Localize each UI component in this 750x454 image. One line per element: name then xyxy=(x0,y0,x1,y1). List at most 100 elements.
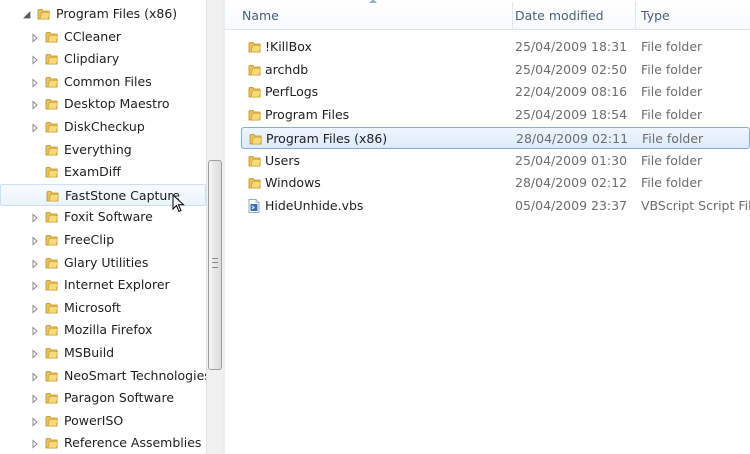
file-type: File folder xyxy=(642,130,704,146)
expand-arrow-icon[interactable] xyxy=(30,77,40,88)
file-row[interactable]: Users 25/04/2009 01:30 File folder xyxy=(241,150,750,172)
folder-icon xyxy=(248,176,261,189)
tree-item[interactable]: CCleaner xyxy=(0,26,206,48)
file-date-modified: 25/04/2009 01:30 xyxy=(515,152,628,168)
expand-arrow-icon[interactable] xyxy=(30,54,40,65)
file-row[interactable]: PerfLogs 22/04/2009 08:16 File folder xyxy=(241,81,750,103)
tree-item-label: DiskCheckup xyxy=(64,119,145,134)
folder-icon xyxy=(45,210,58,223)
folder-icon xyxy=(45,165,58,178)
tree-item[interactable]: Program Files (x86) xyxy=(0,3,206,25)
tree-item[interactable]: Glary Utilities xyxy=(0,252,206,274)
tree-item-label: Internet Explorer xyxy=(64,277,170,293)
file-row[interactable]: Windows 28/04/2009 02:12 File folder xyxy=(241,172,750,194)
folder-icon xyxy=(248,154,261,167)
tree-item-label: Program Files (x86) xyxy=(56,6,178,21)
expand-arrow-icon[interactable] xyxy=(30,122,40,133)
file-name: HideUnhide.vbs xyxy=(265,197,364,213)
tree-item[interactable]: PowerISO xyxy=(0,410,206,432)
file-row[interactable]: Program Files 25/04/2009 18:54 File folder xyxy=(241,104,750,126)
tree-item[interactable]: Reference Assemblies xyxy=(0,432,206,454)
file-type: File folder xyxy=(641,152,703,168)
tree-item-label: Reference Assemblies xyxy=(64,435,202,451)
tree-item[interactable]: Microsoft xyxy=(0,297,206,319)
expand-arrow-icon[interactable] xyxy=(30,416,40,427)
expand-arrow-icon[interactable] xyxy=(30,99,40,110)
file-name: Program Files xyxy=(265,107,350,123)
tree-item[interactable]: Desktop Maestro xyxy=(0,93,206,115)
expand-arrow-icon[interactable] xyxy=(30,303,40,314)
column-header-date-modified[interactable]: Date modified xyxy=(509,0,635,30)
expand-arrow-icon[interactable] xyxy=(30,258,40,269)
folder-icon xyxy=(45,233,58,246)
expand-arrow-icon[interactable] xyxy=(30,393,40,404)
tree-item[interactable]: Everything xyxy=(0,139,206,161)
script-file-icon xyxy=(248,198,260,213)
tree-item-label: Common Files xyxy=(64,73,152,89)
file-name: archdb xyxy=(265,61,309,77)
file-name: Users xyxy=(265,152,301,168)
file-name: Program Files (x86) xyxy=(266,130,388,146)
file-type: VBScript Script File xyxy=(641,197,750,213)
expand-arrow-icon[interactable] xyxy=(30,348,40,359)
expand-arrow-icon[interactable] xyxy=(30,32,40,43)
column-header-name[interactable]: Name xyxy=(236,0,512,30)
file-row[interactable]: HideUnhide.vbs 05/04/2009 23:37 VBScript S… xyxy=(241,195,750,217)
folder-icon xyxy=(45,414,58,427)
expand-arrow-icon[interactable] xyxy=(30,325,40,336)
tree-item-label: CCleaner xyxy=(64,28,122,44)
folder-icon xyxy=(249,132,262,145)
file-row[interactable]: archdb 25/04/2009 02:50 File folder xyxy=(241,59,750,81)
tree-item-label: Everything xyxy=(64,141,132,157)
folder-icon xyxy=(248,40,261,53)
tree-item-label: Mozilla Firefox xyxy=(64,322,153,338)
folder-icon xyxy=(45,323,58,336)
file-date-modified: 25/04/2009 02:50 xyxy=(515,61,628,77)
tree-item[interactable]: MSBuild xyxy=(0,342,206,364)
folder-icon xyxy=(248,85,261,98)
file-row[interactable]: !KillBox 25/04/2009 18:31 File folder xyxy=(241,36,750,58)
navigation-pane: Program Files (x86) CCleaner Clipdiary Comm… xyxy=(0,0,206,454)
expand-arrow-icon[interactable] xyxy=(30,438,40,449)
file-name: PerfLogs xyxy=(265,84,319,100)
folder-icon xyxy=(45,30,58,43)
tree-item-label: ExamDiff xyxy=(64,164,121,180)
file-type: File folder xyxy=(641,84,703,100)
expand-arrow-icon[interactable] xyxy=(30,212,40,223)
folder-icon xyxy=(45,52,58,65)
expand-arrow-icon[interactable] xyxy=(30,235,40,246)
tree-item[interactable]: Mozilla Firefox xyxy=(0,319,206,341)
file-name: !KillBox xyxy=(265,39,312,54)
folder-icon xyxy=(45,75,58,88)
tree-item-label: Glary Utilities xyxy=(64,254,149,270)
tree-item[interactable]: Common Files xyxy=(0,71,206,93)
column-header-type[interactable]: Type xyxy=(635,0,750,30)
folder-icon xyxy=(248,108,261,121)
scrollbar-grip-icon xyxy=(212,258,218,268)
tree-item-label: Clipdiary xyxy=(64,51,120,67)
tree-item[interactable]: DiskCheckup xyxy=(0,116,206,138)
folder-icon xyxy=(45,97,58,110)
tree-item-label: FreeClip xyxy=(64,232,115,247)
folder-icon xyxy=(45,120,58,133)
scrollbar-thumb[interactable] xyxy=(208,160,222,370)
tree-item[interactable]: FreeClip xyxy=(0,229,206,251)
file-type: File folder xyxy=(641,107,703,123)
tree-item[interactable]: Internet Explorer xyxy=(0,274,206,296)
file-date-modified: 28/04/2009 02:11 xyxy=(516,130,629,146)
file-type: File folder xyxy=(641,175,703,191)
tree-item[interactable]: NeoSmart Technologies xyxy=(0,365,206,387)
nav-scrollbar[interactable] xyxy=(206,0,223,454)
expand-arrow-icon[interactable] xyxy=(30,280,40,291)
expand-arrow-icon[interactable] xyxy=(30,371,40,382)
folder-icon xyxy=(45,143,58,156)
file-date-modified: 28/04/2009 02:12 xyxy=(515,175,628,191)
mouse-pointer-icon xyxy=(172,194,185,213)
file-row[interactable]: Program Files (x86) 28/04/2009 02:11 File … xyxy=(241,126,750,149)
tree-item[interactable]: Clipdiary xyxy=(0,48,206,70)
collapse-arrow-icon[interactable] xyxy=(22,9,32,19)
tree-item-label: NeoSmart Technologies xyxy=(64,367,206,383)
file-date-modified: 05/04/2009 23:37 xyxy=(515,197,628,213)
tree-item[interactable]: Paragon Software xyxy=(0,387,206,409)
tree-item[interactable]: ExamDiff xyxy=(0,161,206,183)
